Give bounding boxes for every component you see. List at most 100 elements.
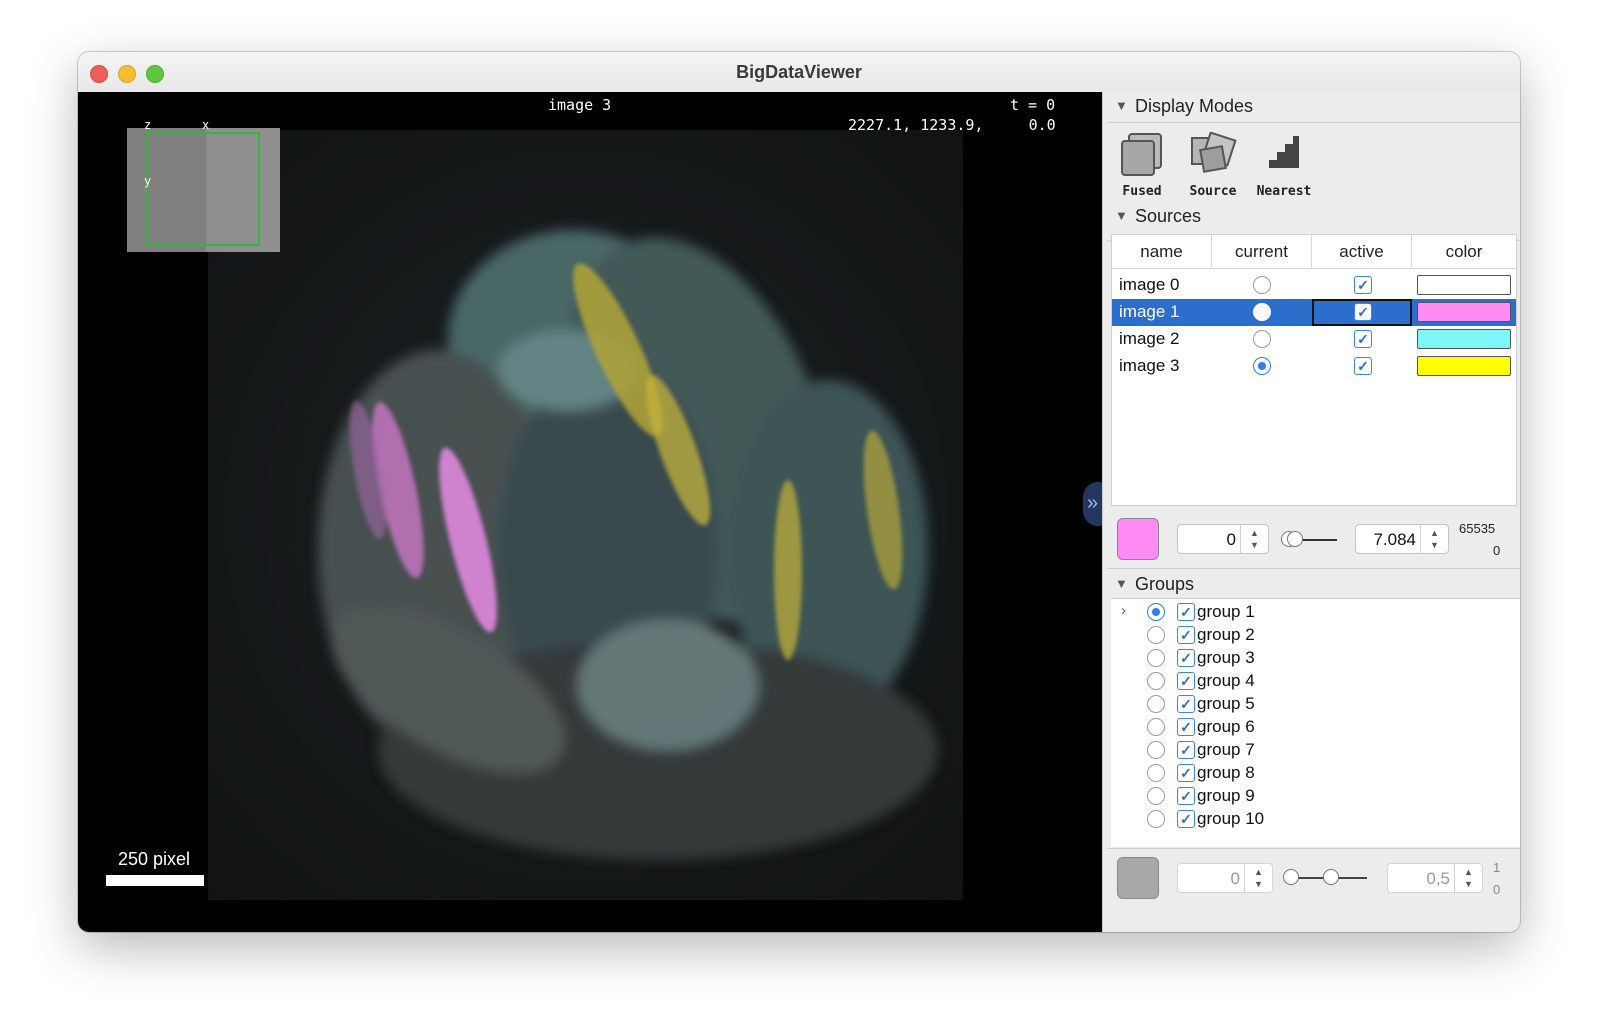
range-min-label: 0: [1493, 543, 1501, 558]
timepoint-readout: t = 0: [1010, 96, 1056, 114]
group-name: group 6: [1197, 717, 1255, 736]
group-name: group 7: [1197, 740, 1255, 759]
group-active-checkbox[interactable]: ✓: [1177, 649, 1195, 667]
group-current-radio[interactable]: [1147, 764, 1165, 782]
source-active-checkbox[interactable]: ✓: [1354, 276, 1372, 294]
source-row[interactable]: image 2 ✓: [1112, 326, 1516, 353]
group-active-checkbox[interactable]: ✓: [1177, 695, 1195, 713]
group-name: group 9: [1197, 786, 1255, 805]
groups-list: › ✓ group 1 ✓ group 2 ✓ group 3 ✓ group …: [1111, 598, 1520, 847]
group-name: group 3: [1197, 648, 1255, 667]
spinner-arrows-icon[interactable]: ▲ ▼: [1454, 864, 1482, 892]
group-row[interactable]: ✓ group 8: [1111, 762, 1520, 785]
spinner-arrows-icon[interactable]: ▲ ▼: [1420, 525, 1448, 553]
group-row[interactable]: ✓ group 7: [1111, 739, 1520, 762]
spinner-arrows-icon[interactable]: ▲ ▼: [1244, 864, 1272, 892]
group-active-checkbox[interactable]: ✓: [1177, 718, 1195, 736]
group-row[interactable]: ✓ group 10: [1111, 808, 1520, 831]
group-row[interactable]: ✓ group 9: [1111, 785, 1520, 808]
group-current-radio[interactable]: [1147, 787, 1165, 805]
group-current-radio[interactable]: [1147, 626, 1165, 644]
minimap-y-label: y: [144, 174, 152, 188]
nearest-icon: [1269, 136, 1299, 168]
group-current-radio[interactable]: [1147, 695, 1165, 713]
column-header-current[interactable]: current: [1212, 235, 1312, 269]
collapse-triangle-icon: ▼: [1115, 98, 1128, 113]
current-source-name: image 3: [548, 96, 612, 114]
group-min-spinner[interactable]: 0 ▲ ▼: [1177, 863, 1273, 893]
group-row[interactable]: › ✓ group 1: [1111, 601, 1520, 624]
source-max-spinner[interactable]: 7.084 ▲ ▼: [1355, 524, 1449, 554]
window-title: BigDataViewer: [736, 62, 862, 82]
group-active-checkbox[interactable]: ✓: [1177, 626, 1195, 644]
scalebar-label: 250 pixel: [118, 849, 191, 869]
collapse-triangle-icon: ▼: [1115, 208, 1128, 223]
column-header-name[interactable]: name: [1112, 235, 1212, 269]
source-active-checkbox[interactable]: ✓: [1354, 330, 1372, 348]
range-max-label: 1: [1493, 860, 1501, 875]
source-current-radio[interactable]: [1253, 303, 1271, 321]
group-active-checkbox[interactable]: ✓: [1177, 672, 1195, 690]
groups-header[interactable]: ▼ Groups: [1103, 570, 1520, 600]
source-color-box[interactable]: [1417, 275, 1511, 295]
group-current-radio[interactable]: [1147, 603, 1165, 621]
group-current-radio[interactable]: [1147, 718, 1165, 736]
source-current-radio[interactable]: [1253, 330, 1271, 348]
group-name: group 4: [1197, 671, 1255, 690]
group-row[interactable]: ✓ group 3: [1111, 647, 1520, 670]
group-current-radio[interactable]: [1147, 649, 1165, 667]
group-row[interactable]: ✓ group 6: [1111, 716, 1520, 739]
source-current-radio[interactable]: [1253, 357, 1271, 375]
sources-header[interactable]: ▼ Sources: [1103, 202, 1520, 232]
source-color-box[interactable]: [1417, 329, 1511, 349]
source-color-box[interactable]: [1417, 356, 1511, 376]
display-modes-header[interactable]: ▼ Display Modes: [1103, 92, 1520, 122]
source-row-selected[interactable]: image 1 ✓: [1112, 299, 1516, 326]
source-min-spinner[interactable]: 0 ▲ ▼: [1177, 524, 1269, 554]
range-min-label: 0: [1493, 882, 1501, 897]
column-header-color[interactable]: color: [1412, 235, 1516, 269]
group-current-radio[interactable]: [1147, 741, 1165, 759]
spinner-arrows-icon[interactable]: ▲ ▼: [1240, 525, 1268, 553]
group-row[interactable]: ✓ group 2: [1111, 624, 1520, 647]
minimap-x-label: x: [202, 118, 210, 132]
slider-knob-min[interactable]: [1283, 869, 1299, 885]
group-row[interactable]: ✓ group 4: [1111, 670, 1520, 693]
group-current-radio[interactable]: [1147, 672, 1165, 690]
slider-knob-max[interactable]: [1323, 869, 1339, 885]
collapse-triangle-icon: ▼: [1115, 576, 1128, 591]
source-color-swatch[interactable]: [1117, 518, 1159, 560]
slider-knob-max[interactable]: [1287, 531, 1303, 547]
group-name: group 2: [1197, 625, 1255, 644]
source-active-checkbox[interactable]: ✓: [1354, 357, 1372, 375]
image-stack[interactable]: [208, 130, 963, 900]
group-name: group 1: [1197, 602, 1255, 621]
side-panel: ▼ Display Modes Fused Source Nearest ▼ S…: [1102, 92, 1520, 932]
sources-table: name current active color image 0 ✓ imag…: [1111, 234, 1517, 506]
column-header-active[interactable]: active: [1312, 235, 1412, 269]
source-active-checkbox[interactable]: ✓: [1354, 303, 1372, 321]
expand-chevron-icon[interactable]: ›: [1121, 602, 1126, 619]
source-row[interactable]: image 0 ✓: [1112, 272, 1516, 299]
source-name: image 2: [1119, 329, 1180, 348]
group-name: group 5: [1197, 694, 1255, 713]
group-current-radio[interactable]: [1147, 810, 1165, 828]
group-active-checkbox[interactable]: ✓: [1177, 741, 1195, 759]
source-row[interactable]: image 3 ✓: [1112, 353, 1516, 380]
image-viewer-canvas[interactable]: z x y image 3 t = 0 2227.1, 1233.9, 0.0 …: [78, 92, 1102, 932]
scalebar: [106, 875, 204, 886]
group-active-checkbox[interactable]: ✓: [1177, 787, 1195, 805]
group-active-checkbox[interactable]: ✓: [1177, 810, 1195, 828]
group-row[interactable]: ✓ group 5: [1111, 693, 1520, 716]
source-color-box[interactable]: [1417, 302, 1511, 322]
minimap-viewport-box: [146, 132, 260, 246]
group-max-spinner[interactable]: 0,5 ▲ ▼: [1387, 863, 1483, 893]
group-active-checkbox[interactable]: ✓: [1177, 603, 1195, 621]
group-color-swatch[interactable]: [1117, 857, 1159, 899]
minimap-z-label: z: [144, 118, 152, 132]
fused-icon: [1121, 133, 1162, 176]
source-current-radio[interactable]: [1253, 276, 1271, 294]
group-name: group 8: [1197, 763, 1255, 782]
group-active-checkbox[interactable]: ✓: [1177, 764, 1195, 782]
mouse-coordinates-readout: 2227.1, 1233.9, 0.0: [848, 116, 1056, 134]
